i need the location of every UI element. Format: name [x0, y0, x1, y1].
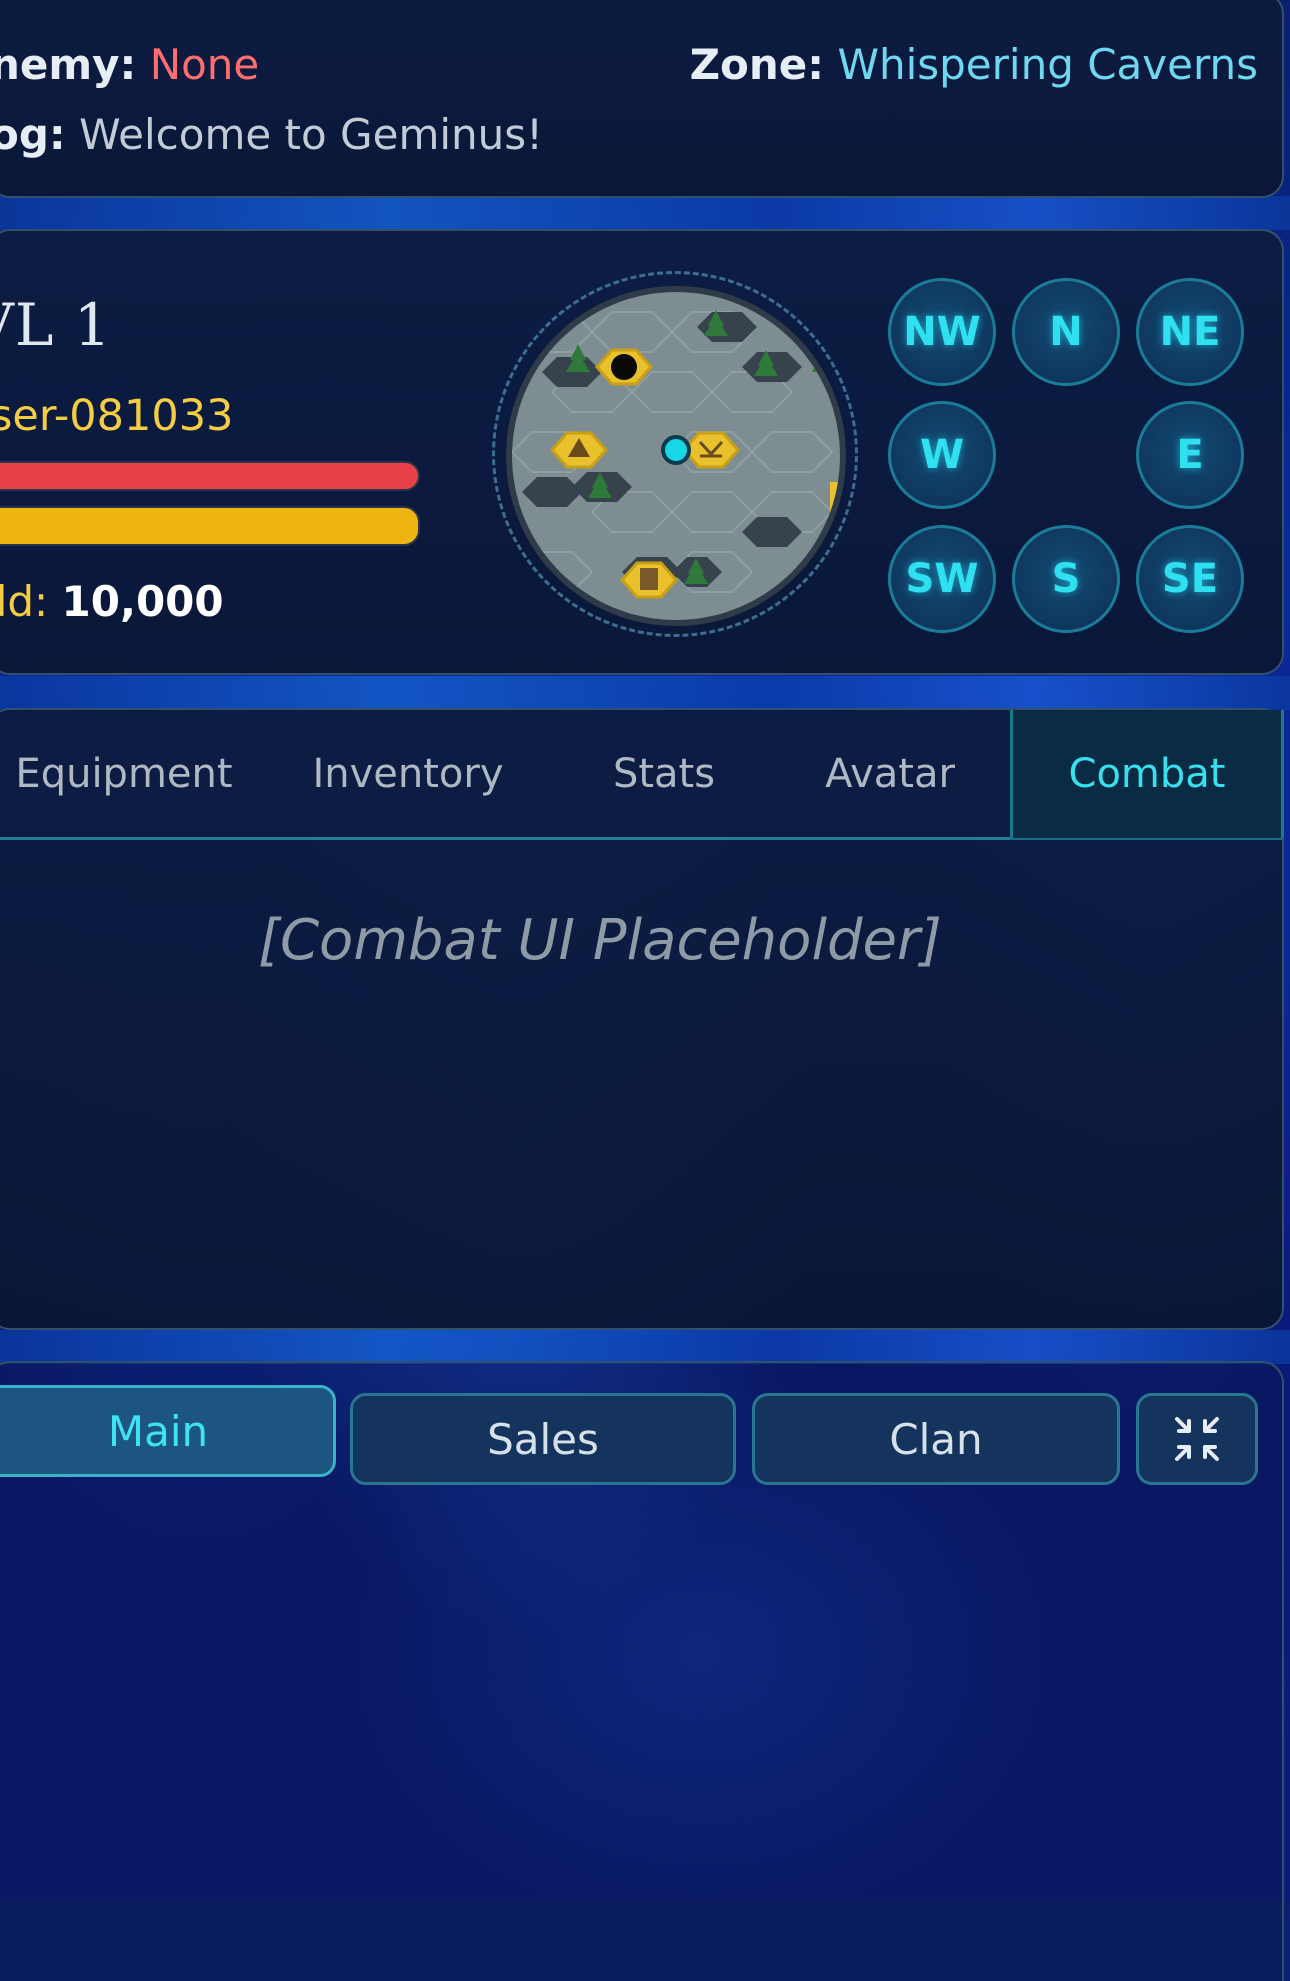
status-panel: nemy: None Zone: Whispering Caverns og: … — [0, 0, 1284, 198]
tab-equipment[interactable]: Equipment — [0, 710, 258, 840]
tab-label: Stats — [612, 751, 716, 797]
sales-button[interactable]: Sales — [350, 1393, 736, 1485]
direction-sw-button[interactable]: SW — [888, 525, 996, 633]
direction-e-button[interactable]: E — [1136, 401, 1244, 509]
gold-display: old: 10,000 — [0, 577, 224, 626]
enemy-label: nemy: — [0, 40, 137, 89]
enemy-status: nemy: None — [0, 40, 259, 89]
direction-ne-button[interactable]: NE — [1136, 278, 1244, 386]
enemy-value: None — [149, 40, 260, 89]
decorative-strip — [0, 196, 1290, 230]
health-bar — [0, 461, 420, 491]
direction-se-button[interactable]: SE — [1136, 525, 1244, 633]
log-label: og: — [0, 110, 66, 159]
username: ser-081033 — [0, 391, 234, 441]
log-line: og: Welcome to Geminus! — [0, 110, 543, 159]
direction-s-button[interactable]: S — [1012, 525, 1120, 633]
decorative-strip — [0, 1330, 1290, 1364]
hex-map-graphic — [512, 292, 840, 620]
zone-value: Whispering Caverns — [837, 40, 1258, 89]
player-panel: VL 1 ser-081033 old: 10,000 — [0, 229, 1284, 675]
level-text: VL 1 — [0, 291, 112, 359]
direction-n-button[interactable]: N — [1012, 278, 1120, 386]
direction-nw-button[interactable]: NW — [888, 278, 996, 386]
direction-w-button[interactable]: W — [888, 401, 996, 509]
tab-inventory[interactable]: Inventory — [258, 710, 558, 840]
gold-label: old: — [0, 577, 49, 626]
fullscreen-toggle-button[interactable] — [1136, 1393, 1258, 1485]
combat-placeholder-text: [Combat UI Placeholder] — [258, 908, 942, 973]
log-value: Welcome to Geminus! — [79, 110, 543, 159]
tab-label: Equipment — [15, 751, 233, 797]
tab-bar: Equipment Inventory Stats Avatar Combat — [0, 710, 1284, 840]
zone-label: Zone: — [689, 40, 825, 89]
zone-status: Zone: Whispering Caverns — [690, 40, 1258, 89]
tab-label: Combat — [1068, 751, 1226, 797]
gold-value: 10,000 — [61, 577, 224, 626]
tab-avatar[interactable]: Avatar — [770, 710, 1010, 840]
bottom-nav-panel: Main Sales Clan — [0, 1361, 1284, 1981]
tab-label: Avatar — [825, 751, 955, 797]
minimap[interactable] — [506, 286, 846, 626]
tab-panel: Equipment Inventory Stats Avatar Combat … — [0, 708, 1284, 1330]
main-button[interactable]: Main — [0, 1385, 336, 1477]
collapse-arrows-icon — [1175, 1417, 1219, 1461]
tab-stats[interactable]: Stats — [558, 710, 770, 840]
tab-label: Inventory — [312, 751, 504, 797]
experience-bar — [0, 506, 420, 546]
clan-button[interactable]: Clan — [752, 1393, 1120, 1485]
decorative-strip — [0, 676, 1290, 710]
tab-combat[interactable]: Combat — [1010, 710, 1284, 838]
